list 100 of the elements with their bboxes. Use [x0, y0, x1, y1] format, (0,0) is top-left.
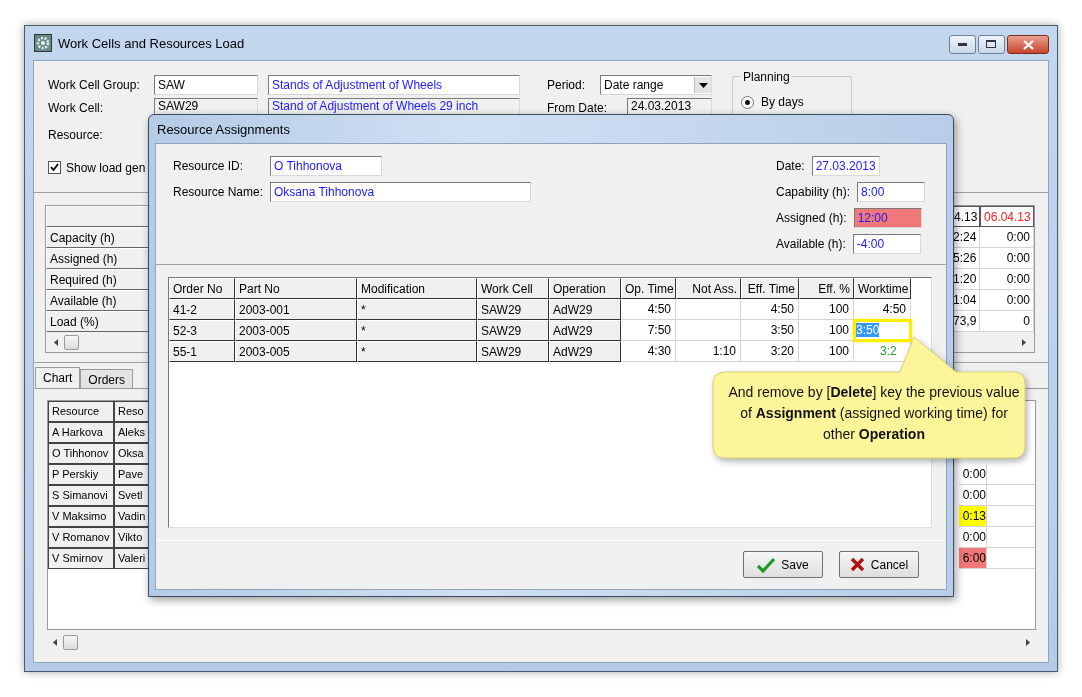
table-cell: AdW29 — [549, 341, 621, 362]
table-cell: 2003-001 — [235, 299, 357, 320]
table-cell[interactable]: O Tihhonov — [48, 443, 114, 464]
minimize-button[interactable] — [949, 35, 976, 54]
table-cell: 41-2 — [169, 299, 235, 320]
field-label: Date: — [775, 159, 806, 173]
resource-id-field[interactable]: O Tihhonova — [270, 156, 382, 176]
table-cell: 1:10 — [676, 341, 741, 362]
column-header: Modification — [357, 278, 477, 299]
checkbox[interactable] — [48, 161, 61, 174]
field-label: Resource ID: — [173, 159, 245, 173]
table-cell[interactable]: V Maksimo — [48, 506, 114, 527]
table-cell: 7:50 — [621, 320, 676, 341]
field-label: From Date: — [547, 101, 608, 115]
table-cell: SAW29 — [477, 320, 549, 341]
table-cell: * — [357, 320, 477, 341]
table-cell[interactable]: 4:50 — [854, 299, 911, 320]
field-label: Work Cell Group: — [48, 78, 141, 92]
scroll-thumb[interactable] — [64, 334, 79, 350]
tab[interactable]: Orders — [80, 369, 134, 388]
cross-icon — [849, 557, 865, 572]
column-header: Resource — [48, 401, 114, 422]
window-title: Work Cells and Resources Load — [58, 35, 245, 51]
table-cell — [676, 299, 741, 320]
table-cell: 100 — [799, 320, 854, 341]
row-header: Capacity (h) — [46, 227, 149, 248]
row-header: Load (%) — [46, 311, 149, 332]
column-header: Work Cell — [477, 278, 549, 299]
gear-icon — [34, 34, 52, 52]
maximize-button[interactable] — [978, 35, 1005, 54]
column-header: Worktime — [854, 278, 911, 299]
table-cell: 4:50 — [621, 299, 676, 320]
field-label: Work Cell: — [48, 101, 105, 115]
table-cell: 0:00 — [980, 269, 1034, 290]
table-cell: 0:13 — [959, 506, 986, 527]
cancel-button[interactable]: Cancel — [839, 551, 919, 578]
column-header: 06.04.13 — [980, 206, 1034, 227]
table-cell: 3:20 — [741, 341, 799, 362]
table-cell: * — [357, 341, 477, 362]
scroll-left-icon[interactable] — [51, 637, 59, 647]
resource-name-field[interactable]: Oksana Tihhonova — [270, 182, 531, 202]
checkbox-label: Show load gen — [66, 160, 146, 175]
maximize-icon — [986, 40, 997, 49]
table-cell: 3:50 — [741, 320, 799, 341]
table-cell: 6:00 — [959, 548, 986, 569]
table-cell: 100 — [799, 299, 854, 320]
table-cell: 55-1 — [169, 341, 235, 362]
radio-button[interactable] — [741, 95, 754, 109]
table-cell: 4:30 — [621, 341, 676, 362]
table-cell[interactable]: V Romanov — [48, 527, 114, 548]
tab[interactable]: Chart — [35, 367, 81, 388]
period-dropdown[interactable]: Date range — [600, 75, 712, 95]
radio-label: By days — [761, 95, 804, 109]
scroll-right-icon[interactable] — [1024, 637, 1032, 647]
field-label: Available (h): — [775, 237, 847, 251]
field-label: Resource: — [48, 128, 104, 142]
table-cell: 0:00 — [980, 290, 1034, 311]
minimize-icon — [957, 42, 968, 47]
table-cell: 2003-005 — [235, 341, 357, 362]
field-label: Assigned (h): — [775, 211, 848, 225]
group-title: Planning — [741, 70, 792, 84]
close-icon — [1022, 39, 1034, 50]
field-label: Capability (h): — [775, 185, 851, 199]
value-field[interactable]: 27.03.2013 — [811, 156, 880, 176]
table-cell: 52-3 — [169, 320, 235, 341]
table-cell: 0 — [980, 311, 1034, 332]
value-field[interactable]: 8:00 — [857, 182, 925, 202]
scroll-right-icon[interactable] — [1020, 337, 1028, 347]
table-cell: 100 — [799, 341, 854, 362]
save-button[interactable]: Save — [743, 551, 823, 578]
column-header: Eff. Time — [741, 278, 799, 299]
field-label: Resource Name: — [173, 185, 265, 199]
dialog-title: Resource Assignments — [157, 121, 290, 137]
table-cell[interactable]: P Perskiy — [48, 464, 114, 485]
table-cell — [676, 320, 741, 341]
table-cell[interactable]: S Simanovi — [48, 485, 114, 506]
close-button[interactable] — [1007, 35, 1049, 54]
table-cell: AdW29 — [549, 299, 621, 320]
row-header: Required (h) — [46, 269, 149, 290]
row-header: Assigned (h) — [46, 248, 149, 269]
table-cell[interactable]: V Smirnov — [48, 548, 114, 569]
scroll-thumb[interactable] — [63, 634, 78, 650]
scroll-left-icon[interactable] — [52, 337, 60, 347]
name-field[interactable]: Stands of Adjustment of Wheels — [268, 75, 520, 95]
table-cell: 0:00 — [980, 227, 1034, 248]
field-label: Period: — [547, 78, 587, 92]
table-cell: AdW29 — [549, 320, 621, 341]
column-header: Order No — [169, 278, 235, 299]
column-header: Operation — [549, 278, 621, 299]
table-cell: SAW29 — [477, 299, 549, 320]
table-cell: 2003-005 — [235, 320, 357, 341]
row-header: Available (h) — [46, 290, 149, 311]
table-cell: 4:50 — [741, 299, 799, 320]
column-header: Eff. % — [799, 278, 854, 299]
code-field[interactable]: SAW — [154, 75, 258, 95]
value-field[interactable]: -4:00 — [852, 234, 921, 254]
table-cell[interactable]: A Harkova — [48, 422, 114, 443]
column-header: Not Ass. — [676, 278, 741, 299]
table-cell: 0:00 — [980, 248, 1034, 269]
column-header: Part No — [235, 278, 357, 299]
